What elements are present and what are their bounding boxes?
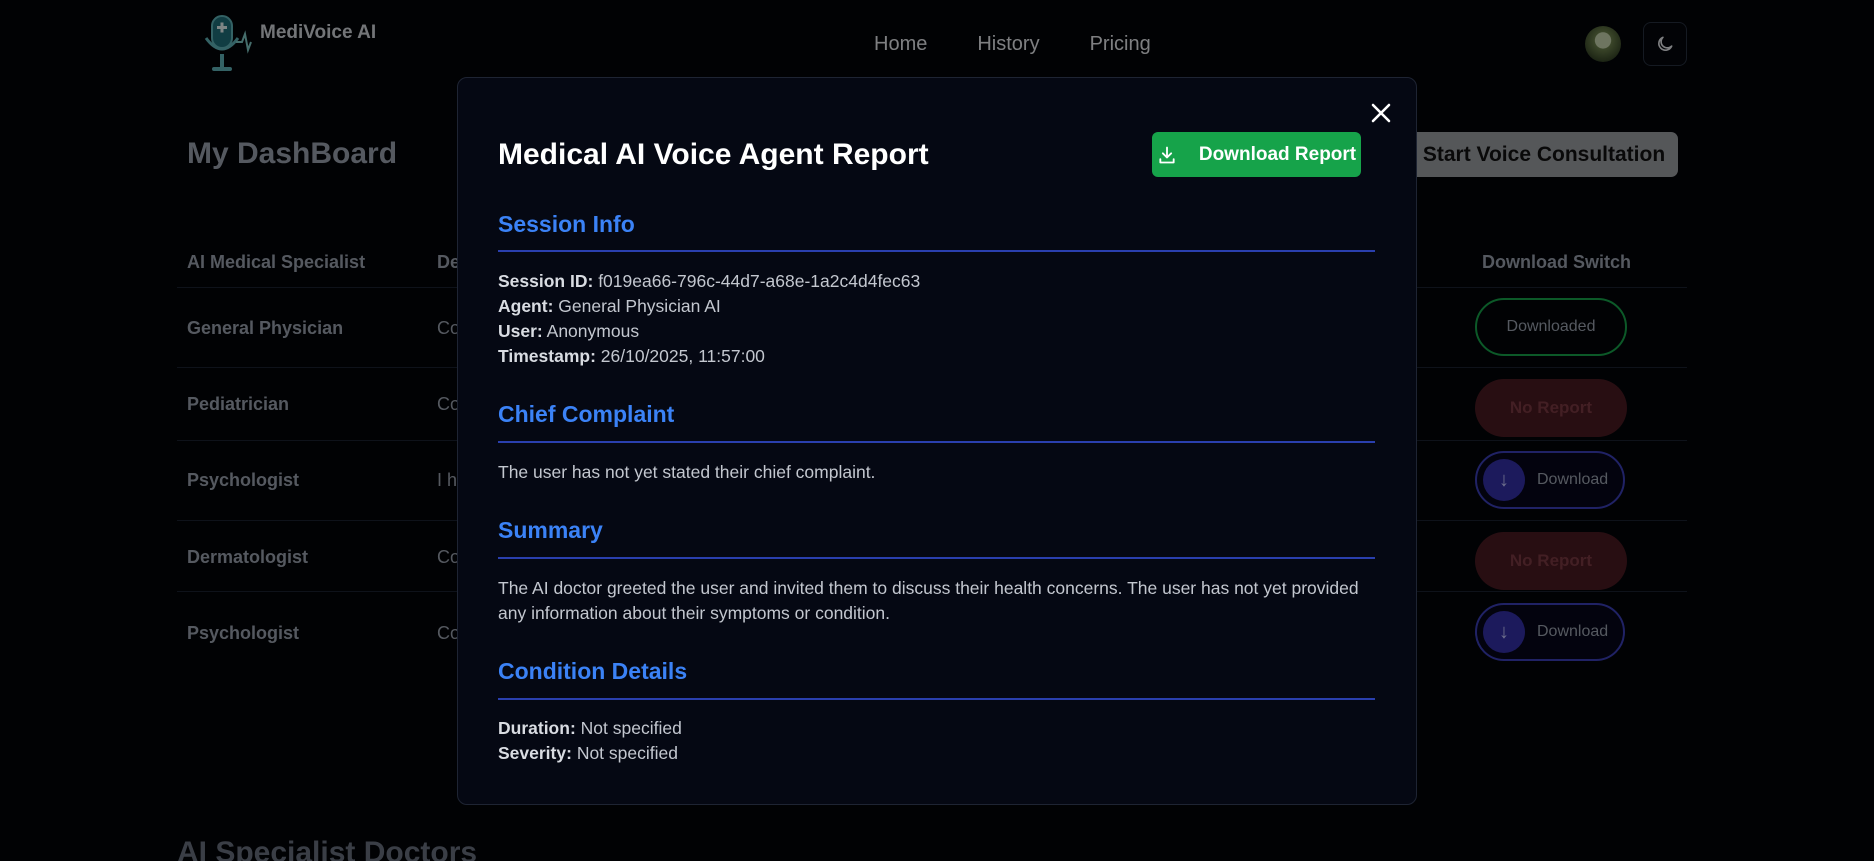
close-button[interactable]	[1368, 100, 1394, 126]
section-title-summary: Summary	[498, 517, 603, 543]
divider	[498, 557, 1375, 559]
session-id-value: f019ea66-796c-44d7-a68e-1a2c4d4fec63	[598, 271, 921, 291]
user-line: User: Anonymous	[498, 321, 639, 342]
section-title-session-info: Session Info	[498, 211, 635, 237]
modal-title: Medical AI Voice Agent Report	[498, 138, 929, 171]
duration-line: Duration: Not specified	[498, 718, 682, 739]
user-label: User:	[498, 321, 543, 341]
close-icon	[1371, 103, 1391, 123]
duration-value: Not specified	[580, 718, 682, 738]
download-report-button[interactable]: Download Report	[1152, 132, 1361, 177]
divider	[498, 698, 1375, 700]
divider	[498, 441, 1375, 443]
duration-label: Duration:	[498, 718, 576, 738]
severity-value: Not specified	[576, 743, 678, 763]
download-icon	[1159, 146, 1175, 163]
download-report-label: Download Report	[1198, 143, 1357, 165]
timestamp-value: 26/10/2025, 11:57:00	[600, 346, 765, 366]
severity-line: Severity: Not specified	[498, 743, 678, 764]
summary-text: The AI doctor greeted the user and invit…	[498, 578, 1359, 623]
divider	[498, 250, 1375, 252]
section-title-chief-complaint: Chief Complaint	[498, 401, 675, 427]
timestamp-label: Timestamp:	[498, 346, 596, 366]
agent-value: General Physician AI	[558, 296, 721, 316]
severity-label: Severity:	[498, 743, 572, 763]
section-title-condition-details: Condition Details	[498, 658, 688, 684]
timestamp-line: Timestamp: 26/10/2025, 11:57:00	[498, 346, 765, 367]
report-modal: Medical AI Voice Agent Report Download R…	[457, 77, 1417, 805]
chief-complaint-text: The user has not yet stated their chief …	[498, 462, 876, 482]
agent-label: Agent:	[498, 296, 554, 316]
agent-line: Agent: General Physician AI	[498, 296, 721, 317]
user-value: Anonymous	[546, 321, 640, 341]
session-id-line: Session ID: f019ea66-796c-44d7-a68e-1a2c…	[498, 271, 920, 292]
session-id-label: Session ID:	[498, 271, 594, 291]
